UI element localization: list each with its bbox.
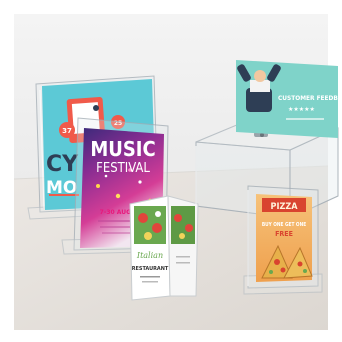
festival-title: FESTIVAL [96,161,150,176]
tent-brand: Italian [136,251,163,260]
customer-feedback-card: CUSTOMER FEEDBACK ★★★★★ [236,60,342,138]
pizza-offer-line-1: BUY ONE GET ONE [262,222,306,228]
pizza-title: PIZZA [271,202,299,212]
table-tent: Italian RESTAURANT [129,195,199,301]
feedback-title: CUSTOMER FEEDBACK [278,94,342,102]
acrylic-holders-scene: 37 25 CY MO MUSIC FESTIVAL 7-30 AUGUST [0,0,342,342]
music-title: MUSIC [90,137,155,161]
pizza-flyer: PIZZA BUY ONE GET ONE FREE [256,194,313,282]
product-photo: 37 25 CY MO MUSIC FESTIVAL 7-30 AUGUST [0,0,342,342]
cyber-word: CY [46,152,79,177]
feedback-stars: ★★★★★ [288,106,315,113]
badge-1: 37 [62,127,72,135]
pizza-offer-line-2: FREE [275,230,293,238]
tent-label: RESTAURANT [132,266,169,272]
